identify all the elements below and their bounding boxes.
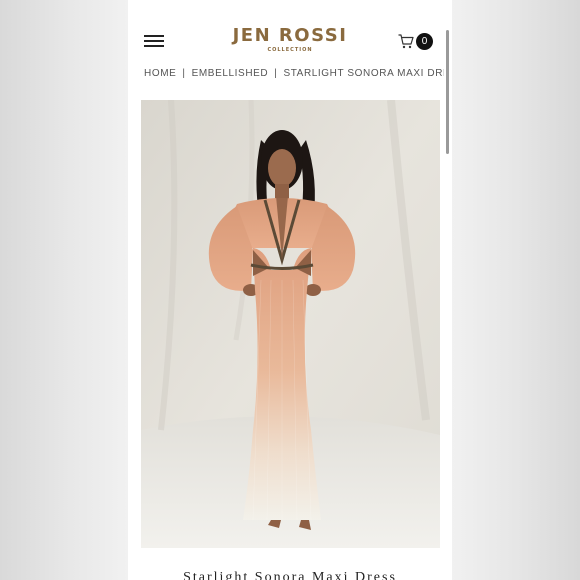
product-image[interactable] (141, 100, 440, 548)
mobile-page: JEN ROSSI COLLECTION 0 HOME | EMBELLISHED |… (128, 0, 452, 580)
breadcrumb-current-product: STARLIGHT SONORA MAXI DRESS (283, 68, 444, 79)
scrollbar-thumb[interactable] (446, 30, 449, 154)
background-right (452, 0, 580, 580)
site-header: JEN ROSSI COLLECTION 0 (128, 0, 452, 68)
breadcrumb-home[interactable]: HOME (144, 67, 176, 80)
cart-count-badge: 0 (416, 33, 433, 50)
product-title: Starlight Sonora Maxi Dress (183, 570, 397, 580)
breadcrumb: HOME | EMBELLISHED | STARLIGHT SONORA MAXI D… (144, 66, 444, 80)
breadcrumb-separator: | (182, 68, 186, 79)
breadcrumb-separator: | (274, 68, 278, 79)
shopping-cart-icon (398, 34, 414, 49)
breadcrumb-embellished[interactable]: EMBELLISHED (192, 67, 269, 80)
cart-button[interactable]: 0 (398, 32, 438, 52)
background-left (0, 0, 128, 580)
model-photo (141, 100, 440, 548)
